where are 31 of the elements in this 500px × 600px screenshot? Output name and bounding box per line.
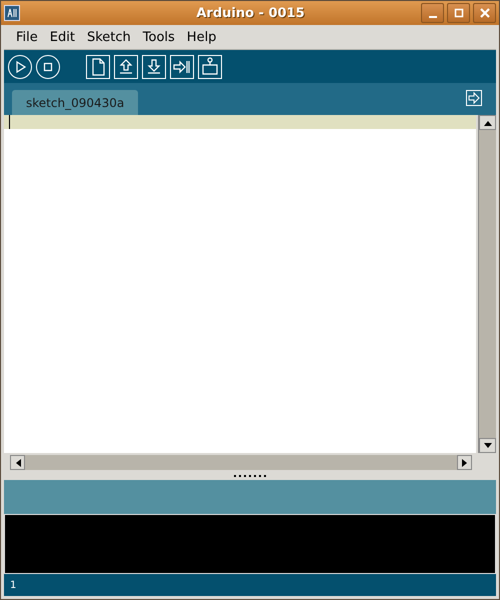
line-number: 1	[10, 580, 16, 590]
minimize-icon	[428, 16, 436, 18]
upload-button[interactable]	[170, 54, 194, 78]
minimize-button[interactable]	[421, 3, 444, 23]
sketch-tab[interactable]: sketch_090430a	[12, 90, 138, 115]
up-arrow-icon	[484, 120, 492, 126]
menu-item[interactable]: Sketch	[80, 30, 137, 44]
open-button[interactable]	[114, 54, 138, 78]
menu-item[interactable]: Help	[180, 30, 222, 44]
close-icon	[478, 7, 490, 19]
right-arrow-icon	[462, 458, 468, 466]
right-arrow-icon	[466, 90, 482, 106]
stop-button[interactable]	[36, 54, 60, 78]
close-button[interactable]	[473, 3, 496, 23]
grip-icon	[234, 474, 266, 478]
left-arrow-icon	[14, 458, 20, 466]
tab-menu-button[interactable]	[466, 90, 482, 106]
play-button[interactable]	[8, 54, 32, 78]
maximize-button[interactable]	[447, 3, 470, 23]
menu-item[interactable]: File	[10, 30, 44, 44]
save-button[interactable]	[142, 54, 166, 78]
menu-item[interactable]: Tools	[136, 30, 181, 44]
serial-button[interactable]	[198, 54, 222, 78]
menu-item[interactable]: Edit	[44, 30, 81, 44]
horizontal-scrollbar[interactable]	[10, 455, 472, 470]
window-title: Arduino - 0015	[195, 6, 306, 20]
app-icon	[4, 5, 20, 21]
maximize-icon	[452, 7, 464, 19]
vertical-scrollbar[interactable]	[478, 115, 496, 453]
down-arrow-icon	[484, 442, 492, 448]
new-button[interactable]	[86, 54, 110, 78]
